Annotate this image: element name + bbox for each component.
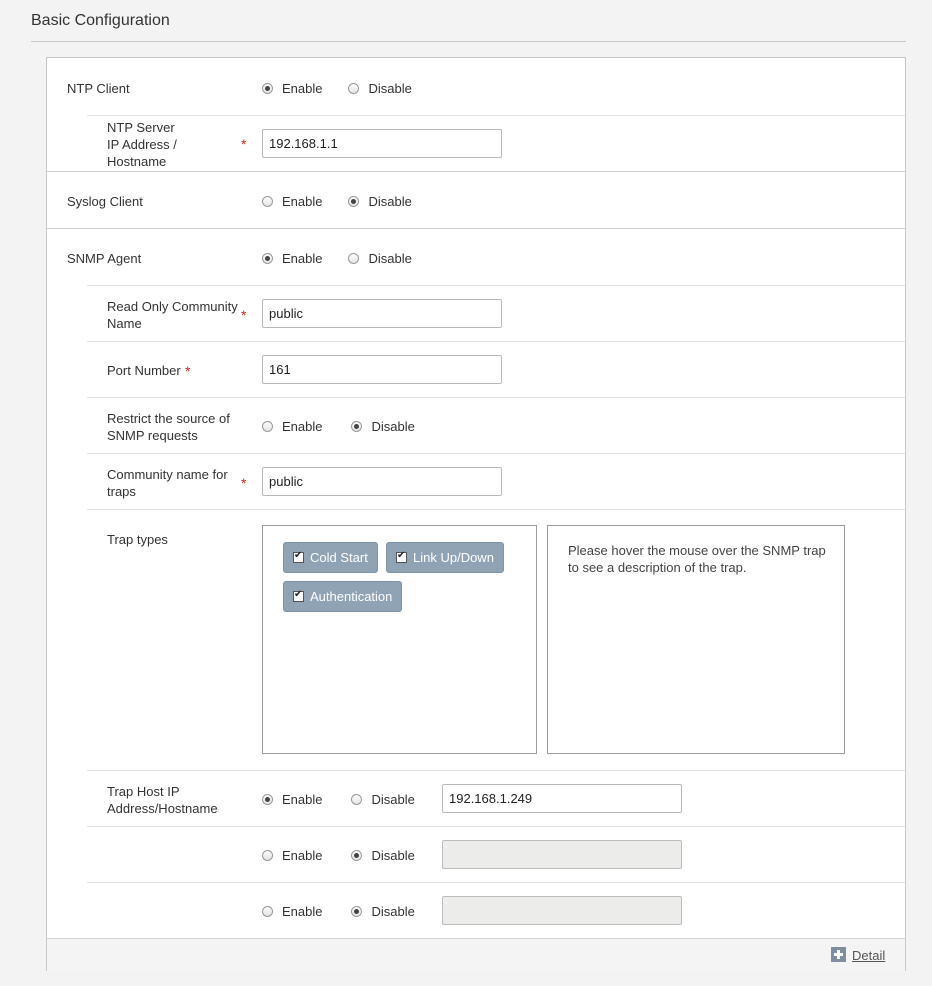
restrict-disable-label: Disable bbox=[371, 418, 415, 434]
ro-community-label: Read Only Community Name bbox=[107, 299, 238, 331]
ntp-client-radios: Enable Disable bbox=[262, 78, 412, 98]
ntp-client-disable-label: Disable bbox=[368, 80, 412, 96]
trap-host-1-disable-radio[interactable] bbox=[351, 793, 363, 805]
trap-host-2-radios: Enable Disable bbox=[262, 845, 415, 865]
required-marker: * bbox=[241, 475, 247, 491]
snmp-enable-label: Enable bbox=[282, 250, 323, 266]
restrict-enable-label: Enable bbox=[282, 418, 323, 434]
trap-host-3-enable-label: Enable bbox=[282, 903, 323, 919]
restrict-source-radios: Enable Disable bbox=[262, 416, 415, 436]
trap-description-text: Please hover the mouse over the SNMP tra… bbox=[568, 543, 826, 575]
ntp-client-disable-radio[interactable] bbox=[348, 82, 360, 94]
required-marker: * bbox=[241, 307, 247, 323]
detail-link[interactable]: Detail bbox=[852, 948, 885, 963]
checkbox-checked-icon[interactable] bbox=[396, 550, 407, 563]
trap-host-2-enable-label: Enable bbox=[282, 847, 323, 863]
trap-chip-cold-start[interactable]: Cold Start bbox=[283, 542, 378, 573]
required-marker: * bbox=[185, 363, 191, 379]
trap-host-3-input[interactable] bbox=[442, 896, 682, 925]
divider bbox=[47, 228, 905, 229]
trap-chip-label: Cold Start bbox=[310, 550, 368, 565]
divider bbox=[47, 171, 905, 172]
plus-icon[interactable] bbox=[831, 947, 846, 962]
panel-footer: Detail bbox=[47, 938, 905, 971]
restrict-source-label: Restrict the source of SNMP requests bbox=[107, 411, 230, 443]
section-title: Basic Configuration bbox=[31, 12, 170, 29]
trap-host-3-radios: Enable Disable bbox=[262, 901, 415, 921]
ntp-server-label: NTP Server IP Address / Hostname bbox=[107, 120, 177, 169]
ntp-client-enable-label: Enable bbox=[282, 80, 323, 96]
trap-community-label: Community name for traps bbox=[107, 467, 228, 499]
trap-host-1-radios: Enable Disable bbox=[262, 789, 415, 809]
config-panel: NTP Client Enable Disable NTP Server IP … bbox=[46, 57, 906, 971]
checkbox-checked-icon[interactable] bbox=[293, 589, 304, 602]
syslog-client-label: Syslog Client bbox=[67, 194, 143, 209]
ro-community-input[interactable] bbox=[262, 299, 502, 328]
trap-host-3-disable-label: Disable bbox=[371, 903, 415, 919]
syslog-enable-label: Enable bbox=[282, 193, 323, 209]
syslog-disable-radio[interactable] bbox=[348, 195, 360, 207]
snmp-enable-radio[interactable] bbox=[262, 252, 273, 264]
ntp-client-enable-radio[interactable] bbox=[262, 82, 273, 94]
trap-host-1-input[interactable] bbox=[442, 784, 682, 813]
trap-chip-authentication[interactable]: Authentication bbox=[283, 581, 403, 612]
trap-host-1-disable-label: Disable bbox=[371, 791, 415, 807]
divider bbox=[87, 397, 905, 398]
trap-host-2-disable-label: Disable bbox=[371, 847, 415, 863]
port-number-input[interactable] bbox=[262, 355, 502, 384]
trap-host-3-disable-radio[interactable] bbox=[351, 905, 363, 917]
trap-types-box: Cold Start Link Up/Down Authentication bbox=[262, 525, 537, 754]
snmp-agent-radios: Enable Disable bbox=[262, 248, 412, 268]
divider bbox=[87, 285, 905, 286]
trap-host-label: Trap Host IP Address/Hostname bbox=[107, 784, 218, 816]
port-number-label: Port Number bbox=[107, 363, 181, 378]
trap-host-2-disable-radio[interactable] bbox=[351, 849, 363, 861]
snmp-disable-radio[interactable] bbox=[348, 252, 360, 264]
title-divider bbox=[31, 41, 906, 42]
restrict-enable-radio[interactable] bbox=[262, 420, 273, 432]
restrict-disable-radio[interactable] bbox=[351, 420, 363, 432]
trap-host-2-enable-radio[interactable] bbox=[262, 849, 273, 861]
trap-community-input[interactable] bbox=[262, 467, 502, 496]
trap-host-1-enable-label: Enable bbox=[282, 791, 323, 807]
trap-types-label: Trap types bbox=[107, 532, 168, 547]
snmp-agent-label: SNMP Agent bbox=[67, 251, 142, 266]
trap-host-2-input[interactable] bbox=[442, 840, 682, 869]
divider bbox=[87, 341, 905, 342]
divider bbox=[87, 770, 905, 771]
syslog-client-radios: Enable Disable bbox=[262, 191, 412, 211]
divider bbox=[87, 115, 905, 116]
divider bbox=[87, 826, 905, 827]
ntp-client-label: NTP Client bbox=[67, 81, 130, 96]
trap-chip-label: Authentication bbox=[310, 589, 393, 604]
divider bbox=[87, 882, 905, 883]
divider bbox=[87, 453, 905, 454]
checkbox-checked-icon[interactable] bbox=[293, 550, 304, 563]
snmp-disable-label: Disable bbox=[368, 250, 412, 266]
trap-description-box: Please hover the mouse over the SNMP tra… bbox=[547, 525, 845, 754]
trap-chip-label: Link Up/Down bbox=[413, 550, 494, 565]
trap-host-1-enable-radio[interactable] bbox=[262, 793, 273, 805]
syslog-enable-radio[interactable] bbox=[262, 195, 273, 207]
trap-host-3-enable-radio[interactable] bbox=[262, 905, 273, 917]
divider bbox=[87, 509, 905, 510]
ntp-server-input[interactable] bbox=[262, 129, 502, 158]
syslog-disable-label: Disable bbox=[368, 193, 412, 209]
required-marker: * bbox=[241, 136, 247, 152]
trap-chip-link-up-down[interactable]: Link Up/Down bbox=[386, 542, 504, 573]
